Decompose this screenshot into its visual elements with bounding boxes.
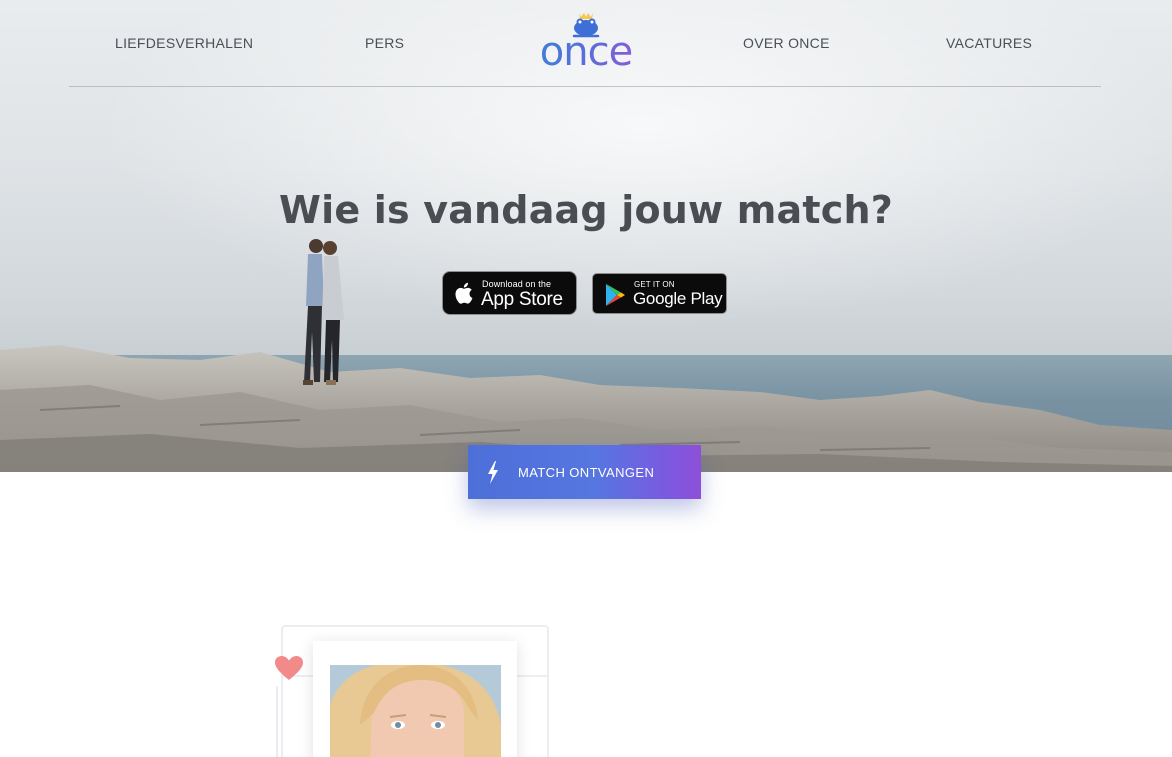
google-play-icon (606, 284, 625, 306)
match-ontvangen-button[interactable]: MATCH ONTVANGEN (468, 445, 701, 499)
nav-link-over-once[interactable]: OVER ONCE (743, 35, 830, 51)
nav-link-vacatures[interactable]: VACATURES (946, 35, 1032, 51)
profile-photo (330, 665, 501, 757)
apple-icon (455, 282, 473, 304)
google-play-small-text: GET IT ON (634, 280, 675, 289)
nav-link-liefdesverhalen[interactable]: LIEFDESVERHALEN (115, 35, 253, 51)
card-side-line (276, 686, 278, 757)
app-store-button[interactable]: Download on the App Store (442, 271, 577, 315)
hero-headline: Wie is vandaag jouw match? (279, 188, 893, 232)
once-logo[interactable]: once (534, 12, 638, 76)
nav-link-pers[interactable]: PERS (365, 35, 404, 51)
google-play-big-text: Google Play (633, 289, 723, 308)
couple-image (303, 239, 344, 385)
cta-label: MATCH ONTVANGEN (518, 465, 655, 480)
heart-icon (275, 656, 303, 680)
profile-photo-image (330, 665, 501, 757)
app-store-small-text: Download on the (482, 279, 552, 289)
lightning-bolt-icon (488, 461, 498, 484)
app-store-big-text: App Store (481, 289, 563, 310)
logo-wordmark: once (534, 28, 638, 76)
top-nav: LIEFDESVERHALEN PERS once OVER ONCE VACA… (69, 0, 1101, 87)
google-play-button[interactable]: GET IT ON Google Play (592, 273, 727, 314)
